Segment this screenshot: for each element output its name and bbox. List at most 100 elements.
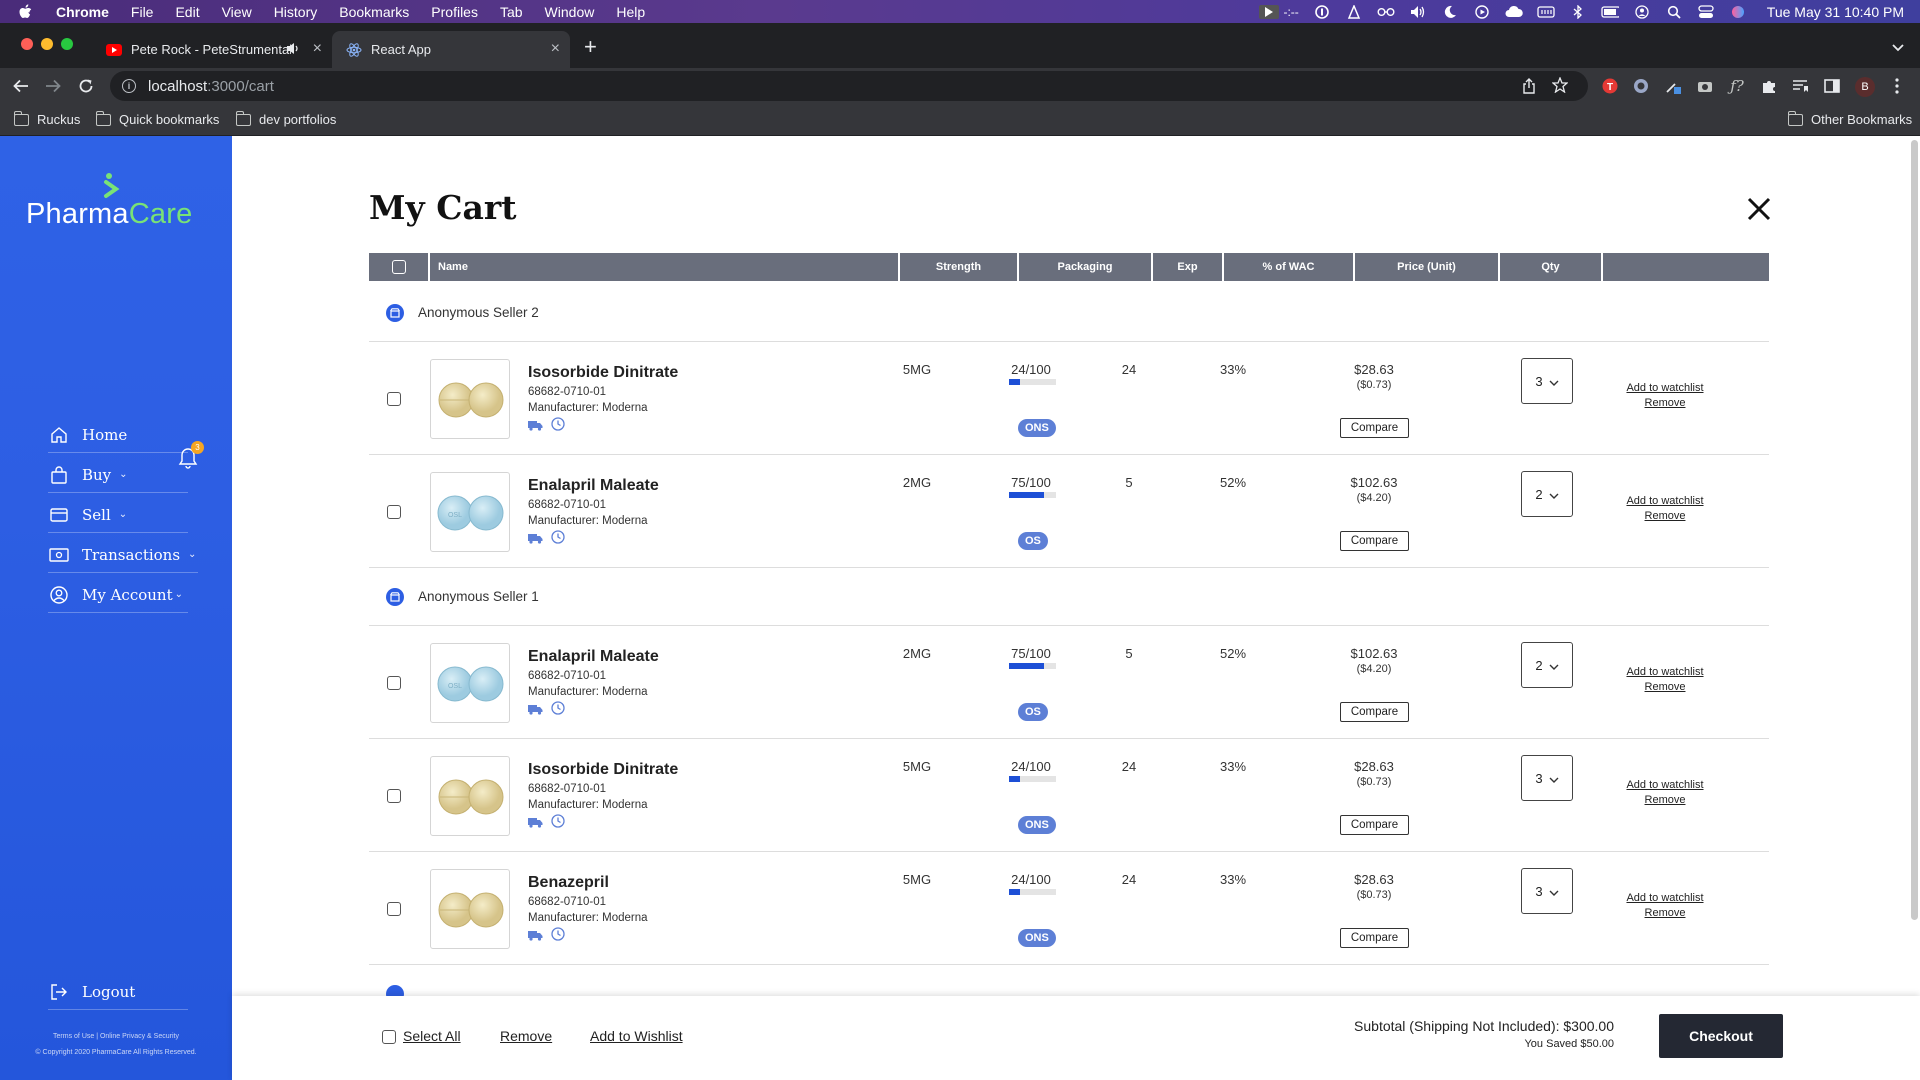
pharmacare-logo[interactable]: PharmaCare bbox=[26, 173, 206, 236]
window-minimize-button[interactable] bbox=[41, 38, 53, 50]
product-image[interactable] bbox=[430, 869, 510, 949]
compare-button[interactable]: Compare bbox=[1340, 702, 1409, 722]
window-close-button[interactable] bbox=[21, 38, 33, 50]
scrollbar-thumb[interactable] bbox=[1911, 140, 1918, 920]
bookmark-folder-quick[interactable]: Quick bookmarks bbox=[95, 110, 219, 127]
side-panel-icon[interactable] bbox=[1823, 77, 1841, 95]
menu-help[interactable]: Help bbox=[616, 4, 645, 20]
moon-icon[interactable] bbox=[1441, 5, 1459, 19]
menu-chrome[interactable]: Chrome bbox=[56, 4, 109, 20]
col-qty[interactable]: Qty bbox=[1500, 253, 1603, 281]
remove-item-link[interactable]: Remove bbox=[1615, 681, 1715, 693]
tab-close-icon[interactable]: × bbox=[551, 41, 560, 57]
menu-file[interactable]: File bbox=[131, 4, 154, 20]
extension-eyedropper-icon[interactable] bbox=[1664, 77, 1682, 95]
extension-function-icon[interactable]: ƒ? bbox=[1728, 77, 1746, 95]
share-icon[interactable] bbox=[1522, 78, 1536, 99]
menu-edit[interactable]: Edit bbox=[175, 4, 199, 20]
product-name[interactable]: Benazepril bbox=[528, 874, 609, 892]
col-strength[interactable]: Strength bbox=[900, 253, 1019, 281]
remove-item-link[interactable]: Remove bbox=[1615, 907, 1715, 919]
sidebar-item-buy[interactable]: Buy ⌄ bbox=[48, 457, 188, 493]
menu-profiles[interactable]: Profiles bbox=[431, 4, 478, 20]
play-circle-icon[interactable] bbox=[1473, 4, 1491, 19]
tab-search-chevron-icon[interactable] bbox=[1892, 39, 1904, 57]
tab-react-app[interactable]: React App × bbox=[332, 31, 570, 68]
battery-icon[interactable] bbox=[1601, 5, 1619, 19]
vlc-icon[interactable] bbox=[1345, 4, 1363, 19]
glasses-icon[interactable] bbox=[1377, 5, 1395, 19]
menu-bookmarks[interactable]: Bookmarks bbox=[339, 4, 409, 20]
remove-item-link[interactable]: Remove bbox=[1615, 510, 1715, 522]
product-image[interactable]: OSL bbox=[430, 472, 510, 552]
quantity-select[interactable]: 2 bbox=[1521, 471, 1573, 517]
quantity-select[interactable]: 3 bbox=[1521, 358, 1573, 404]
product-name[interactable]: Enalapril Maleate bbox=[528, 477, 659, 495]
checkout-button[interactable]: Checkout bbox=[1659, 1014, 1783, 1058]
compare-button[interactable]: Compare bbox=[1340, 531, 1409, 551]
extension-red-icon[interactable]: T bbox=[1601, 77, 1619, 95]
item-checkbox[interactable] bbox=[387, 676, 401, 690]
col-exp[interactable]: Exp bbox=[1153, 253, 1224, 281]
media-play-icon[interactable] bbox=[1259, 4, 1280, 19]
add-to-watchlist-link[interactable]: Add to watchlist bbox=[1615, 892, 1715, 904]
add-to-watchlist-link[interactable]: Add to watchlist bbox=[1615, 382, 1715, 394]
menu-history[interactable]: History bbox=[274, 4, 318, 20]
onepassword-icon[interactable] bbox=[1313, 4, 1331, 19]
forward-arrow-icon[interactable] bbox=[43, 76, 63, 96]
product-name[interactable]: Isosorbide Dinitrate bbox=[528, 761, 678, 779]
product-name[interactable]: Isosorbide Dinitrate bbox=[528, 364, 678, 382]
logout-button[interactable]: Logout bbox=[48, 974, 188, 1010]
select-all-header-checkbox[interactable] bbox=[391, 260, 406, 274]
profile-avatar[interactable]: B bbox=[1855, 77, 1875, 97]
add-to-watchlist-link[interactable]: Add to watchlist bbox=[1615, 495, 1715, 507]
chrome-menu-icon[interactable] bbox=[1888, 77, 1906, 95]
menu-view[interactable]: View bbox=[222, 4, 252, 20]
bookmark-folder-other[interactable]: Other Bookmarks bbox=[1787, 110, 1912, 127]
item-checkbox[interactable] bbox=[387, 902, 401, 916]
reading-list-icon[interactable] bbox=[1791, 77, 1809, 95]
keyboard-brightness-icon[interactable] bbox=[1537, 5, 1555, 19]
tab-audio-icon[interactable] bbox=[286, 42, 300, 58]
col-wac[interactable]: % of WAC bbox=[1224, 253, 1355, 281]
menu-tab[interactable]: Tab bbox=[500, 4, 523, 20]
quantity-select[interactable]: 2 bbox=[1521, 642, 1573, 688]
compare-button[interactable]: Compare bbox=[1340, 418, 1409, 438]
col-packaging[interactable]: Packaging bbox=[1019, 253, 1153, 281]
add-to-watchlist-link[interactable]: Add to watchlist bbox=[1615, 666, 1715, 678]
tab-close-icon[interactable]: × bbox=[313, 41, 322, 57]
volume-icon[interactable] bbox=[1409, 5, 1427, 19]
user-switch-icon[interactable] bbox=[1633, 4, 1651, 19]
compare-button[interactable]: Compare bbox=[1340, 928, 1409, 948]
quantity-select[interactable]: 3 bbox=[1521, 755, 1573, 801]
cloud-icon[interactable] bbox=[1505, 5, 1523, 19]
sidebar-item-home[interactable]: Home bbox=[48, 417, 188, 453]
close-icon[interactable] bbox=[1746, 196, 1772, 222]
reload-icon[interactable] bbox=[76, 76, 96, 96]
select-all-checkbox[interactable] bbox=[382, 1030, 396, 1044]
col-price[interactable]: Price (Unit) bbox=[1355, 253, 1500, 281]
site-info-icon[interactable]: i bbox=[122, 79, 136, 93]
address-bar[interactable]: i localhost:3000/cart bbox=[110, 71, 1588, 101]
product-image[interactable] bbox=[430, 359, 510, 439]
item-checkbox[interactable] bbox=[387, 392, 401, 406]
remove-selected-link[interactable]: Remove bbox=[500, 1028, 552, 1044]
select-all-link[interactable]: Select All bbox=[403, 1028, 461, 1044]
bookmark-star-icon[interactable] bbox=[1551, 76, 1569, 98]
notifications-bell-icon[interactable]: 3 bbox=[178, 441, 204, 469]
item-checkbox[interactable] bbox=[387, 505, 401, 519]
url-text[interactable]: localhost:3000/cart bbox=[148, 78, 274, 95]
spotlight-search-icon[interactable] bbox=[1665, 5, 1683, 19]
product-image[interactable]: OSL bbox=[430, 643, 510, 723]
col-name[interactable]: Name bbox=[430, 253, 900, 281]
bluetooth-icon[interactable] bbox=[1569, 4, 1587, 19]
sidebar-item-transactions[interactable]: Transactions ⌄ bbox=[48, 537, 198, 573]
tab-pete-rock[interactable]: Pete Rock - PeteStrumentals × bbox=[92, 31, 332, 68]
window-zoom-button[interactable] bbox=[61, 38, 73, 50]
extensions-puzzle-icon[interactable] bbox=[1760, 77, 1778, 95]
legal-links[interactable]: Terms of Use | Online Privacy & Security bbox=[0, 1033, 232, 1040]
bookmark-folder-dev[interactable]: dev portfolios bbox=[235, 110, 336, 127]
apple-icon[interactable] bbox=[18, 3, 40, 20]
add-to-watchlist-link[interactable]: Add to watchlist bbox=[1615, 779, 1715, 791]
quantity-select[interactable]: 3 bbox=[1521, 868, 1573, 914]
